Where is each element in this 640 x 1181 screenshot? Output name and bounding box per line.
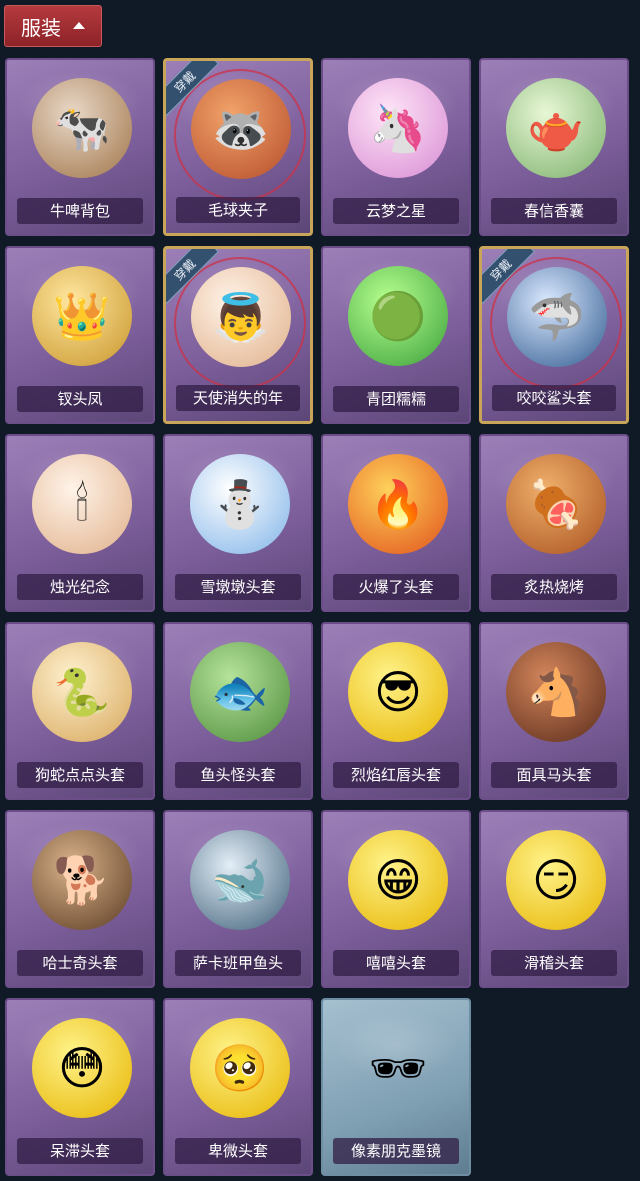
costume-item-label: 云梦之星 — [333, 198, 459, 224]
costume-item-16[interactable]: 🐴 面具马头套 — [479, 622, 629, 800]
pixel-sunglasses-icon: 🕶 — [368, 1041, 428, 1095]
costume-item-label: 呆滞头套 — [17, 1138, 143, 1164]
costume-item-label: 钗头凤 — [17, 386, 143, 412]
grin-face-icon: 😁 — [348, 830, 448, 930]
costume-item-12[interactable]: 🍖 炙热烧烤 — [479, 434, 629, 612]
costume-item-label: 咬咬鲨头套 — [492, 385, 616, 411]
costume-item-9[interactable]: 🕯 烛光纪念 — [5, 434, 155, 612]
costume-item-label: 面具马头套 — [491, 762, 617, 788]
sacabambaspis-head-icon: 🐋 — [190, 830, 290, 930]
costume-item-17[interactable]: 🐕 哈士奇头套 — [5, 810, 155, 988]
costume-item-4[interactable]: 🫖 春信香囊 — [479, 58, 629, 236]
costume-item-label: 哈士奇头套 — [17, 950, 143, 976]
costume-item-7[interactable]: 🟢 青团糯糯 — [321, 246, 471, 424]
costume-item-label: 萨卡班甲鱼头 — [175, 950, 301, 976]
costume-item-label: 烈焰红唇头套 — [333, 762, 459, 788]
angel-doll-icon: 👼 — [191, 267, 291, 367]
costume-item-label: 鱼头怪头套 — [175, 762, 301, 788]
category-title: 服装 — [21, 15, 61, 40]
costume-item-10[interactable]: ⛄ 雪墩墩头套 — [163, 434, 313, 612]
costume-item-label: 烛光纪念 — [17, 574, 143, 600]
costume-item-label: 春信香囊 — [491, 198, 617, 224]
candle-icon: 🕯 — [32, 454, 132, 554]
costume-item-11[interactable]: 🔥 火爆了头套 — [321, 434, 471, 612]
phoenix-crown-icon: 👑 — [32, 266, 132, 366]
costume-item-label: 毛球夹子 — [176, 197, 300, 223]
costume-item-18[interactable]: 🐋 萨卡班甲鱼头 — [163, 810, 313, 988]
costume-item-2[interactable]: 🦝 穿戴 毛球夹子 — [163, 58, 313, 236]
costume-item-13[interactable]: 🐍 狗蛇点点头套 — [5, 622, 155, 800]
dazed-face-icon: 😳 — [32, 1018, 132, 1118]
costume-item-20[interactable]: 😏 滑稽头套 — [479, 810, 629, 988]
costume-item-6[interactable]: 👼 穿戴 天使消失的年 — [163, 246, 313, 424]
costume-item-label: 雪墩墩头套 — [175, 574, 301, 600]
costume-item-label: 炙热烧烤 — [491, 574, 617, 600]
costume-item-label: 火爆了头套 — [333, 574, 459, 600]
shark-head-icon: 🦈 — [507, 267, 607, 367]
costume-item-label: 嘻嘻头套 — [333, 950, 459, 976]
costume-item-8[interactable]: 🦈 穿戴 咬咬鲨头套 — [479, 246, 629, 424]
costume-item-19[interactable]: 😁 嘻嘻头套 — [321, 810, 471, 988]
costume-item-label: 像素朋克墨镜 — [333, 1138, 459, 1164]
costume-item-label: 滑稽头套 — [491, 950, 617, 976]
costume-item-3[interactable]: 🦄 云梦之星 — [321, 58, 471, 236]
category-header-button[interactable]: 服装 — [4, 5, 102, 47]
funny-face-icon: 😏 — [506, 830, 606, 930]
green-rice-ball-icon: 🟢 — [348, 266, 448, 366]
costume-item-label: 卑微头套 — [175, 1138, 301, 1164]
costume-item-15[interactable]: 😎 烈焰红唇头套 — [321, 622, 471, 800]
costume-item-label: 青团糯糯 — [333, 386, 459, 412]
unicorn-cloud-icon: 🦄 — [348, 78, 448, 178]
costume-item-23[interactable]: 🕶 像素朋克墨镜 — [321, 998, 471, 1176]
costume-item-1[interactable]: 🐄 牛啤背包 — [5, 58, 155, 236]
meat-head-icon: 🍖 — [506, 454, 606, 554]
horse-mask-icon: 🐴 — [506, 642, 606, 742]
fish-head-icon: 🐟 — [190, 642, 290, 742]
costume-item-21[interactable]: 😳 呆滞头套 — [5, 998, 155, 1176]
costume-item-5[interactable]: 👑 钗头凤 — [5, 246, 155, 424]
husky-head-icon: 🐕 — [32, 830, 132, 930]
costume-item-14[interactable]: 🐟 鱼头怪头套 — [163, 622, 313, 800]
costume-item-label: 牛啤背包 — [17, 198, 143, 224]
fire-head-icon: 🔥 — [348, 454, 448, 554]
dog-snake-head-icon: 🐍 — [32, 642, 132, 742]
pikachu-head-icon: 😎 — [348, 642, 448, 742]
cow-backpack-icon: 🐄 — [32, 78, 132, 178]
humble-face-icon: 🥺 — [190, 1018, 290, 1118]
costume-item-22[interactable]: 🥺 卑微头套 — [163, 998, 313, 1176]
chevron-up-icon — [73, 21, 85, 29]
costume-item-label: 天使消失的年 — [176, 385, 300, 411]
costume-item-label: 狗蛇点点头套 — [17, 762, 143, 788]
snowman-head-icon: ⛄ — [190, 454, 290, 554]
sachet-icon: 🫖 — [506, 78, 606, 178]
raccoon-clip-icon: 🦝 — [191, 79, 291, 179]
